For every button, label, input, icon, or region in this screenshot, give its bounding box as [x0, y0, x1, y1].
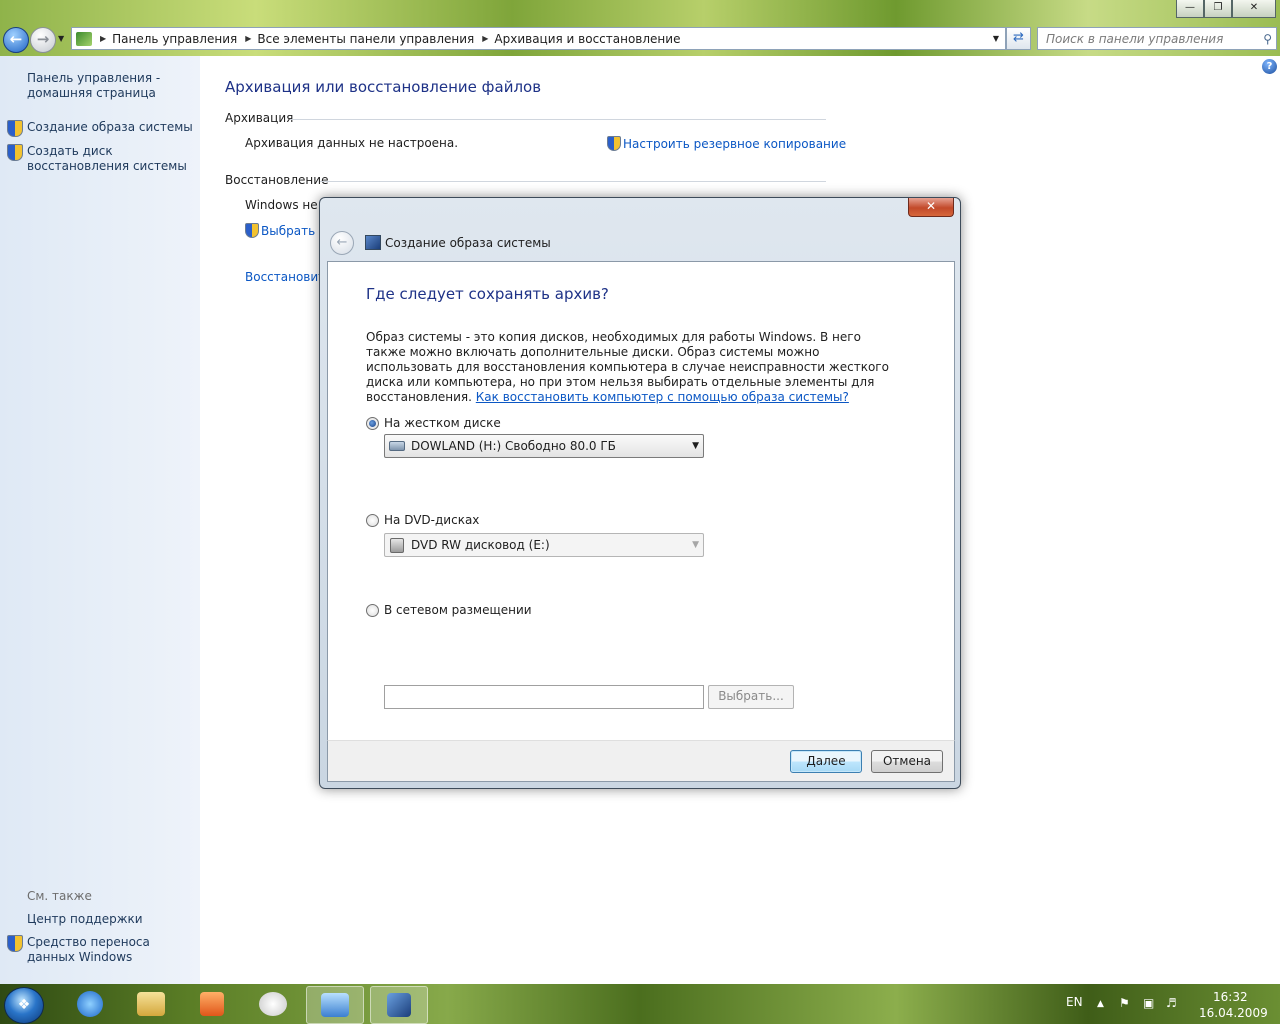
sidebar-item-create-recovery-disc[interactable]: Создать диск восстановления системы — [27, 144, 197, 174]
system-image-dialog: ✕ ← Создание образа системы Где следует … — [319, 197, 961, 789]
address-bar[interactable]: ▶ Панель управления ▶ Все элементы панел… — [71, 27, 1006, 50]
recent-pages-dropdown[interactable]: ▼ — [58, 34, 64, 43]
dialog-description: Образ системы - это копия дисков, необхо… — [366, 330, 896, 405]
restore-section-heading: Восстановление — [225, 173, 329, 187]
option-network[interactable]: В сетевом размещении — [366, 603, 532, 617]
dialog-back-button[interactable]: ← — [330, 231, 354, 255]
window-chrome: — ❐ ✕ ← → ▼ ▶ Панель управления ▶ Все эл… — [0, 0, 1280, 56]
chevron-right-icon[interactable]: ▶ — [245, 34, 251, 43]
uac-shield-icon — [245, 223, 259, 238]
paint-icon — [259, 992, 287, 1016]
backup-status-text: Архивация данных не настроена. — [245, 136, 459, 150]
sidebar-item-easy-transfer[interactable]: Средство переноса данных Windows — [27, 935, 187, 965]
breadcrumb-backup-restore[interactable]: Архивация и восстановление — [494, 32, 680, 46]
dvd-drive-icon — [390, 537, 404, 553]
network-icon[interactable]: ▣ — [1143, 996, 1154, 1010]
uac-shield-icon — [607, 136, 621, 151]
option-network-label[interactable]: В сетевом размещении — [384, 603, 532, 617]
sidebar — [0, 56, 200, 984]
search-icon[interactable]: ⚲ — [1263, 32, 1272, 46]
close-window-button[interactable]: ✕ — [1232, 0, 1276, 18]
chevron-right-icon[interactable]: ▶ — [100, 34, 106, 43]
back-button[interactable]: ← — [3, 27, 29, 53]
select-backup-label: Выбрать д — [261, 224, 328, 238]
chevron-down-icon[interactable]: ▼ — [692, 540, 699, 550]
section-divider — [290, 119, 826, 120]
option-dvd-label[interactable]: На DVD-дисках — [384, 513, 479, 527]
page-title: Архивация или восстановление файлов — [225, 78, 542, 96]
dvd-select-value: DVD RW дисковод (E:) — [411, 538, 550, 552]
dialog-title: Создание образа системы — [385, 236, 551, 250]
option-hard-disk[interactable]: На жестком диске — [366, 416, 501, 430]
chevron-down-icon[interactable]: ▼ — [692, 441, 699, 451]
taskbar: ❖ — [0, 984, 1280, 1024]
show-hidden-icons[interactable]: ▲ — [1097, 999, 1104, 1009]
uac-shield-icon — [7, 144, 23, 161]
backup-section-heading: Архивация — [225, 111, 294, 125]
radio-network[interactable] — [366, 603, 379, 617]
sidebar-item-create-system-image[interactable]: Создание образа системы — [27, 120, 193, 135]
dvd-select[interactable]: DVD RW дисковод (E:) ▼ — [384, 533, 704, 557]
uac-shield-icon — [7, 935, 23, 952]
system-image-icon — [387, 993, 411, 1017]
radio-hard-disk[interactable] — [366, 416, 379, 430]
folder-icon — [137, 992, 165, 1016]
hard-disk-select[interactable]: DOWLAND (H:) Свободно 80.0 ГБ ▼ — [384, 434, 704, 458]
start-button[interactable]: ❖ — [4, 987, 44, 1024]
breadcrumb-control-panel[interactable]: Панель управления — [112, 32, 237, 46]
internet-explorer-icon — [77, 991, 103, 1017]
see-also-heading: См. также — [27, 889, 92, 903]
taskbar-media-player[interactable] — [184, 986, 240, 1022]
window-controls: — ❐ ✕ — [1176, 0, 1276, 18]
sidebar-home-link[interactable]: Панель управления - домашняя страница — [27, 71, 177, 101]
taskbar-internet-explorer[interactable] — [62, 986, 118, 1022]
help-restore-link[interactable]: Как восстановить компьютер с помощью обр… — [476, 390, 849, 404]
dialog-heading: Где следует сохранять архив? — [366, 285, 609, 303]
clock-date[interactable]: 16.04.2009 — [1199, 1006, 1268, 1020]
hard-drive-icon — [389, 441, 405, 451]
minimize-button[interactable]: — — [1176, 0, 1204, 18]
maximize-button[interactable]: ❐ — [1204, 0, 1232, 18]
next-button[interactable]: Далее — [790, 750, 862, 773]
cancel-button[interactable]: Отмена — [871, 750, 943, 773]
chevron-right-icon[interactable]: ▶ — [482, 34, 488, 43]
taskbar-paint[interactable] — [245, 986, 301, 1022]
control-panel-icon — [76, 31, 92, 46]
select-backup-link[interactable]: Выбрать д — [245, 223, 327, 238]
browse-button[interactable]: Выбрать... — [708, 685, 794, 709]
restore-status-text: Windows не у — [245, 198, 329, 212]
control-panel-icon — [321, 993, 349, 1017]
section-divider — [320, 181, 826, 182]
chevron-down-icon[interactable]: ▼ — [993, 34, 999, 43]
dialog-content: Где следует сохранять архив? Образ систе… — [327, 261, 955, 740]
help-icon[interactable]: ? — [1262, 59, 1277, 74]
network-location-input[interactable] — [384, 685, 704, 709]
flag-icon[interactable]: ⚑ — [1119, 996, 1130, 1010]
uac-shield-icon — [7, 120, 23, 137]
system-image-icon — [365, 235, 381, 250]
language-indicator[interactable]: EN — [1066, 995, 1083, 1009]
breadcrumb-all-items[interactable]: Все элементы панели управления — [257, 32, 474, 46]
dialog-footer: Далее Отмена — [327, 740, 955, 782]
clock-time[interactable]: 16:32 — [1213, 990, 1248, 1004]
setup-backup-label: Настроить резервное копирование — [623, 137, 847, 151]
taskbar-system-image[interactable] — [370, 986, 428, 1024]
setup-backup-link[interactable]: Настроить резервное копирование — [607, 136, 846, 151]
taskbar-explorer[interactable] — [123, 986, 179, 1022]
search-input[interactable]: Поиск в панели управления ⚲ — [1037, 27, 1277, 50]
media-player-icon — [200, 992, 224, 1016]
search-placeholder: Поиск в панели управления — [1046, 31, 1224, 46]
dialog-close-button[interactable]: ✕ — [908, 198, 954, 217]
refresh-button[interactable]: ⇄ — [1006, 27, 1031, 50]
option-hard-disk-label[interactable]: На жестком диске — [384, 416, 501, 430]
hard-disk-select-value: DOWLAND (H:) Свободно 80.0 ГБ — [411, 439, 616, 453]
forward-button[interactable]: → — [30, 27, 56, 53]
option-dvd[interactable]: На DVD-дисках — [366, 513, 479, 527]
radio-dvd[interactable] — [366, 513, 379, 527]
sidebar-item-action-center[interactable]: Центр поддержки — [27, 912, 143, 927]
volume-icon[interactable]: ♬ — [1166, 996, 1177, 1010]
taskbar-control-panel[interactable] — [306, 986, 364, 1024]
